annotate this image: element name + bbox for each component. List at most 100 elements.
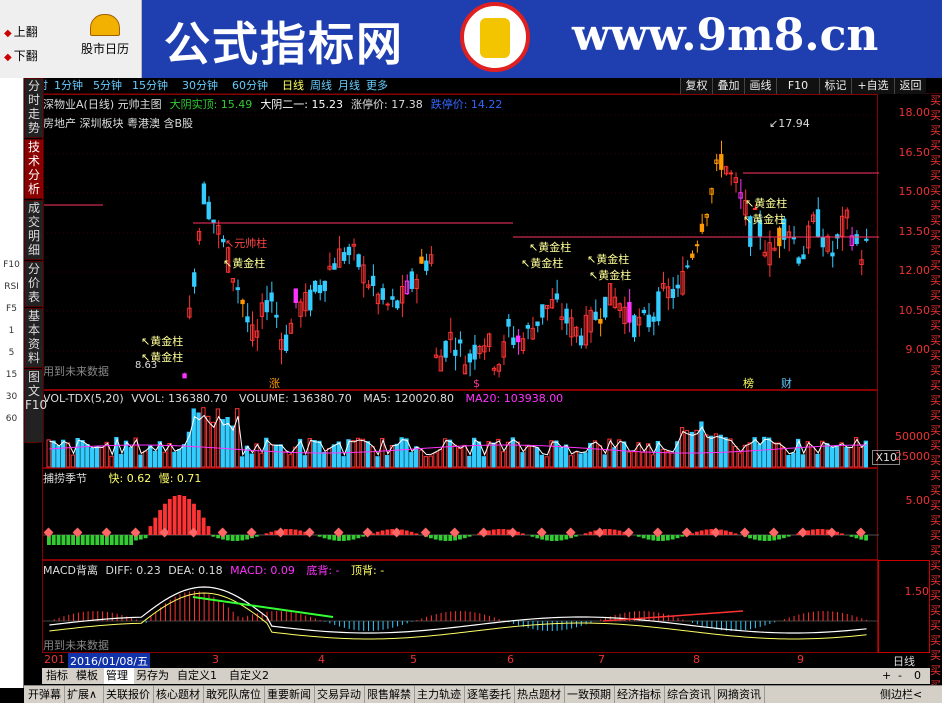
buy-label[interactable]: 买 [930,289,942,303]
period-tab-9[interactable]: 更多 [366,78,388,94]
shortcut-11[interactable]: 一致预期 [565,686,615,704]
shortcut-3[interactable]: 核心题材 [154,686,204,704]
side-icon-7[interactable]: 60 [3,412,20,427]
page-up-button[interactable]: ◆ 上翻 [4,22,62,42]
toolbar-button-3[interactable]: F10 [776,78,819,94]
buy-label[interactable]: 买 [930,589,942,603]
macd-pane[interactable]: MACD背离 DIFF: 0.23 DEA: 0.18 MACD: 0.09 底… [42,560,879,653]
buy-label[interactable]: 买 [930,244,942,258]
buy-label[interactable]: 买 [930,319,942,333]
indicator-tab-3[interactable]: 另存为 [134,668,175,684]
side-tab-4[interactable]: 基本资料 [24,308,44,368]
side-icon-4[interactable]: 5 [3,346,20,361]
shortcut-8[interactable]: 主力轨迹 [415,686,465,704]
side-icon-0[interactable]: F10 [3,258,20,273]
volume-pane[interactable]: VOL-TDX(5,20) VVOL: 136380.70 VOLUME: 13… [42,390,878,468]
shortcut-9[interactable]: 逐笔委托 [465,686,515,704]
indicator-tab-4[interactable]: 自定义1 [175,668,227,684]
shortcut-2[interactable]: 关联报价 [104,686,154,704]
toolbar-button-5[interactable]: +自选 [851,78,894,94]
shortcut-1[interactable]: 扩展∧ [65,686,104,704]
buy-label[interactable]: 买 [930,364,942,378]
shortcut-13[interactable]: 综合资讯 [665,686,715,704]
buy-label[interactable]: 买 [930,604,942,618]
side-icon-6[interactable]: 30 [3,390,20,405]
shortcut-12[interactable]: 经济指标 [615,686,665,704]
buy-label[interactable]: 买 [930,229,942,243]
side-tab-1[interactable]: 技术分析 [24,139,44,199]
buy-label[interactable]: 买 [930,619,942,633]
buy-label[interactable]: 买 [930,499,942,513]
buy-label[interactable]: 买 [930,124,942,138]
buy-label[interactable]: 买 [930,439,942,453]
buy-label[interactable]: 买 [930,469,942,483]
buy-label[interactable]: 买 [930,199,942,213]
shortcut-7[interactable]: 限售解禁 [365,686,415,704]
shortcut-0[interactable]: 开弹幕 [26,686,65,704]
side-tab-2[interactable]: 成交明细 [24,200,44,260]
buy-label[interactable]: 买 [930,379,942,393]
buy-label[interactable]: 买 [930,349,942,363]
buy-label[interactable]: 买 [930,514,942,528]
indicator-tab-5[interactable]: 自定义2 [227,668,279,684]
buy-label[interactable]: 买 [930,259,942,273]
side-panel-toggle[interactable]: 侧边栏< [878,686,938,704]
side-tab-5[interactable]: 图文F10 [24,369,47,443]
buy-label[interactable]: 买 [930,484,942,498]
shortcut-10[interactable]: 热点题材 [515,686,565,704]
period-tab-6[interactable]: 日线 [282,78,304,94]
period-tab-8[interactable]: 月线 [338,78,360,94]
period-tab-1[interactable]: 1分钟 [54,78,83,94]
buy-label[interactable]: 买 [930,424,942,438]
buy-label[interactable]: 买 [930,529,942,543]
buy-label[interactable]: 买 [930,139,942,153]
indicator-tab-0[interactable]: 指标 [44,668,74,684]
buy-label[interactable]: 买 [930,409,942,423]
buy-label[interactable]: 买 [930,154,942,168]
buy-label[interactable]: 买 [930,334,942,348]
buy-label[interactable]: 买 [930,559,942,573]
indicator-tab-1[interactable]: 模板 [74,668,104,684]
zoom-button-0[interactable]: + [882,668,891,684]
shortcut-6[interactable]: 交易异动 [315,686,365,704]
toolbar-button-1[interactable]: 叠加 [712,78,744,94]
period-tab-4[interactable]: 30分钟 [182,78,218,94]
period-tab-7[interactable]: 周线 [310,78,332,94]
buy-label[interactable]: 买 [930,169,942,183]
buy-label[interactable]: 买 [930,109,942,123]
calendar-button[interactable]: 股市日历 [70,10,140,74]
buy-label[interactable]: 买 [930,649,942,663]
buy-label[interactable]: 买 [930,574,942,588]
zoom-button-2[interactable]: 0 [914,668,921,684]
side-tab-3[interactable]: 分价表 [24,261,44,307]
buy-label[interactable]: 买 [930,274,942,288]
buy-label[interactable]: 买 [930,304,942,318]
shortcut-4[interactable]: 敢死队席位 [204,686,265,704]
buy-label[interactable]: 买 [930,394,942,408]
side-icon-5[interactable]: 15 [3,368,20,383]
side-icon-2[interactable]: F5 [3,302,20,317]
toolbar-button-6[interactable]: 返回 [894,78,926,94]
buy-label[interactable]: 买 [930,94,942,108]
ad-banner[interactable]: 公式指标网 www.9m8.cn [142,0,942,78]
zoom-button-1[interactable]: - [898,668,902,684]
buy-label[interactable]: 买 [930,664,942,678]
side-icon-1[interactable]: RSI [3,280,20,295]
toolbar-button-2[interactable]: 画线 [744,78,776,94]
period-tab-5[interactable]: 60分钟 [232,78,268,94]
period-tab-3[interactable]: 15分钟 [132,78,168,94]
buy-label[interactable]: 买 [930,214,942,228]
buy-label[interactable]: 买 [930,454,942,468]
buy-label[interactable]: 买 [930,184,942,198]
toolbar-button-4[interactable]: 标记 [819,78,851,94]
shortcut-14[interactable]: 网摘资讯 [715,686,765,704]
buy-label[interactable]: 买 [930,544,942,558]
shortcut-5[interactable]: 重要新闻 [265,686,315,704]
toolbar-button-0[interactable]: 复权 [680,78,712,94]
side-icon-3[interactable]: 1 [3,324,20,339]
indicator-tab-2[interactable]: 管理 [104,668,134,684]
price-pane[interactable]: 深物业A(日线) 元帅主图 大阴实顶: 15.49 大阴二一: 15.23 涨停价: … [42,94,879,390]
season-pane[interactable]: 捕捞季节 快: 0.62 慢: 0.71 [42,468,879,560]
side-tab-0[interactable]: 分时走势 [24,78,44,138]
page-down-button[interactable]: ◆ 下翻 [4,46,62,66]
